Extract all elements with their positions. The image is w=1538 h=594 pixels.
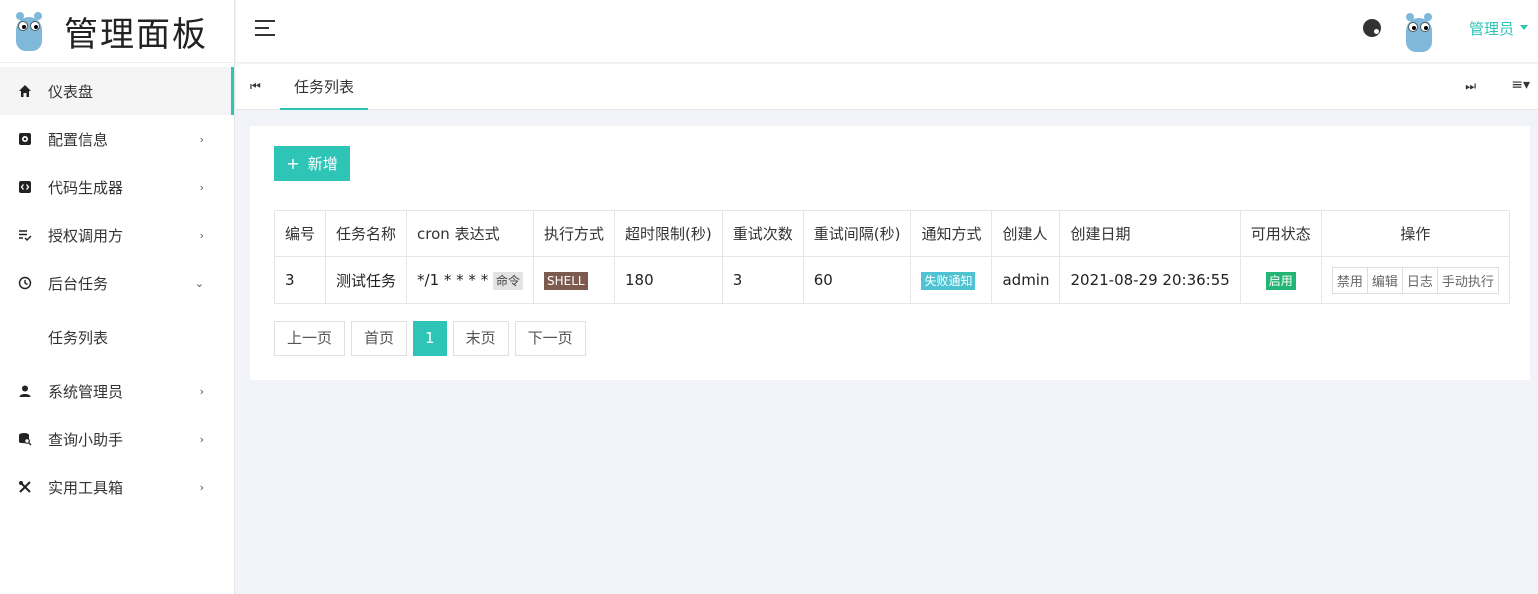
sidebar-item-admins[interactable]: 系统管理员 › [0, 367, 234, 415]
chevron-right-icon: › [199, 180, 204, 194]
caret-down-icon[interactable] [1520, 25, 1528, 30]
col-header: 创建人 [991, 210, 1061, 257]
cell-notify: 失败通知 [910, 256, 993, 304]
top-header: 管理员 [236, 0, 1538, 63]
sidebar-item-label: 查询小助手 [48, 430, 124, 449]
sidebar-item-label: 系统管理员 [48, 382, 124, 401]
exec-badge: SHELL [544, 271, 588, 290]
prev-page-button[interactable]: 上一页 [274, 321, 346, 356]
col-header: 任务名称 [325, 210, 408, 257]
logo: 管理面板 [0, 0, 234, 63]
chevron-right-icon: › [199, 432, 204, 446]
command-badge: 命令 [492, 271, 523, 290]
cell-retry-interval: 60 [802, 256, 912, 304]
plus-icon: + [286, 154, 300, 173]
last-page-button[interactable]: 末页 [452, 321, 509, 356]
log-button[interactable]: 日志 [1402, 267, 1438, 293]
tab-bar: ⏮ 任务列表 ⏭ ≡▾ [236, 64, 1538, 110]
col-header: 创建日期 [1059, 210, 1241, 257]
col-header: 操作 [1320, 210, 1510, 257]
sidebar-item-toolbox[interactable]: 实用工具箱 › [0, 463, 234, 511]
sidebar-item-dashboard[interactable]: 仪表盘 [0, 67, 234, 115]
cell-status: 启用 [1239, 256, 1322, 304]
next-page-button[interactable]: 下一页 [514, 321, 586, 356]
chevron-right-icon: › [199, 228, 204, 242]
tab-task-list[interactable]: 任务列表 [280, 64, 368, 110]
add-button-label: 新增 [307, 155, 338, 173]
chevron-right-icon: › [199, 132, 204, 146]
sidebar-item-query-helper[interactable]: 查询小助手 › [0, 415, 234, 463]
sidebar-item-label: 代码生成器 [48, 178, 124, 197]
list-check-icon [17, 227, 33, 243]
sidebar-item-label: 授权调用方 [48, 226, 124, 245]
sidebar-item-label: 配置信息 [48, 130, 109, 149]
clock-icon [17, 275, 33, 291]
cell-created: 2021-08-29 20:36:55 [1059, 256, 1241, 304]
sidebar-subitem-label: 任务列表 [48, 328, 109, 347]
home-icon [17, 83, 33, 99]
first-page-button[interactable]: 首页 [351, 321, 408, 356]
col-header: 编号 [273, 210, 327, 257]
current-page-button[interactable]: 1 [413, 321, 447, 356]
add-button[interactable]: + 新增 [274, 146, 350, 181]
palette-icon[interactable] [1363, 19, 1381, 37]
chevron-down-icon: ⌄ [194, 276, 204, 290]
status-badge: 启用 [1265, 271, 1296, 290]
sidebar-menu: 仪表盘 配置信息 › 代码生成器 › 授权调用方 › 后台任务 ⌄ 任务列表 系… [0, 63, 234, 511]
tab-scroll-right-icon[interactable]: ⏭ [1465, 79, 1476, 94]
chevron-right-icon: › [199, 480, 204, 494]
task-table: 编号 任务名称 cron 表达式 执行方式 超时限制(秒) 重试次数 重试间隔(… [273, 210, 1510, 304]
sidebar-item-codegen[interactable]: 代码生成器 › [0, 163, 234, 211]
disable-button[interactable]: 禁用 [1332, 267, 1368, 293]
sidebar: 管理面板 仪表盘 配置信息 › 代码生成器 › 授权调用方 › 后台任务 ⌄ 任… [0, 0, 235, 594]
user-name[interactable]: 管理员 [1469, 18, 1514, 39]
col-header: 通知方式 [910, 210, 993, 257]
table-header-row: 编号 任务名称 cron 表达式 执行方式 超时限制(秒) 重试次数 重试间隔(… [273, 210, 1510, 257]
cell-exec: SHELL [532, 256, 616, 304]
action-button-group: 禁用 编辑 日志 手动执行 [1331, 266, 1499, 294]
cron-expression: */1 * * * * [417, 270, 489, 289]
cell-name: 测试任务 [325, 256, 408, 304]
col-header: 重试次数 [721, 210, 804, 257]
table-row: 3 测试任务 */1 * * * * 命令 SHELL 180 3 60 失败通… [273, 256, 1510, 304]
col-header: 可用状态 [1239, 210, 1322, 257]
cell-cron: */1 * * * * 命令 [406, 256, 534, 304]
run-manually-button[interactable]: 手动执行 [1437, 267, 1498, 293]
search-db-icon [17, 431, 33, 447]
tools-icon [17, 479, 33, 495]
sidebar-item-background-tasks[interactable]: 后台任务 ⌄ [0, 259, 234, 307]
cell-actions: 禁用 编辑 日志 手动执行 [1320, 256, 1510, 304]
col-header: 执行方式 [532, 210, 616, 257]
pagination: 上一页 首页 1 末页 下一页 [274, 321, 592, 356]
cell-timeout: 180 [614, 256, 723, 304]
sidebar-item-config[interactable]: 配置信息 › [0, 115, 234, 163]
content-card: + 新增 编号 任务名称 cron 表达式 执行方式 超时限制(秒) 重试次数 … [250, 126, 1530, 380]
sidebar-item-label: 后台任务 [48, 274, 109, 293]
sidebar-item-label: 仪表盘 [48, 82, 94, 101]
cell-id: 3 [273, 256, 327, 304]
tab-scroll-left-icon[interactable]: ⏮ [250, 79, 261, 94]
sidebar-item-label: 实用工具箱 [48, 478, 124, 497]
gear-box-icon [17, 131, 33, 147]
gopher-logo-icon [10, 9, 48, 53]
code-icon [17, 179, 33, 195]
edit-button[interactable]: 编辑 [1367, 267, 1403, 293]
hamburger-menu-icon[interactable] [255, 20, 275, 36]
avatar[interactable] [1400, 10, 1438, 54]
sidebar-item-auth-callers[interactable]: 授权调用方 › [0, 211, 234, 259]
cell-retries: 3 [721, 256, 804, 304]
cell-creator: admin [991, 256, 1061, 304]
notify-badge: 失败通知 [921, 271, 976, 290]
col-header: 重试间隔(秒) [802, 210, 912, 257]
sidebar-subitem-task-list[interactable]: 任务列表 [0, 307, 234, 367]
col-header: cron 表达式 [406, 210, 534, 257]
tab-menu-icon[interactable]: ≡▾ [1511, 77, 1530, 93]
brand-title: 管理面板 [64, 14, 208, 55]
chevron-right-icon: › [199, 384, 204, 398]
col-header: 超时限制(秒) [614, 210, 723, 257]
user-icon [17, 383, 33, 399]
